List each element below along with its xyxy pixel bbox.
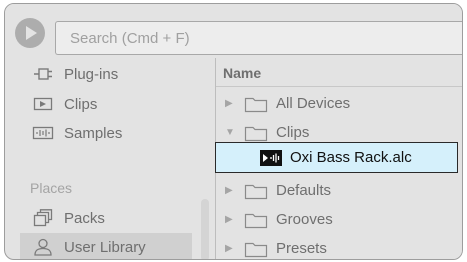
expand-arrow-icon[interactable]: ▶ [225, 214, 239, 225]
folder-icon [244, 182, 268, 200]
selected-file-label: Oxi Bass Rack.alc [290, 149, 412, 166]
browser-toolbar: Search (Cmd + F) [5, 4, 462, 56]
folder-label: Clips [276, 124, 310, 141]
preview-play-button[interactable] [15, 18, 45, 48]
sidebar-item-clips[interactable]: Clips [20, 90, 192, 118]
folder-label: Defaults [276, 182, 332, 199]
folder-label: Presets [276, 240, 327, 257]
sidebar-item-user-library[interactable]: User Library [20, 233, 192, 259]
clip-icon [32, 96, 54, 112]
sample-icon [32, 125, 54, 141]
selected-file-row[interactable]: Oxi Bass Rack.alc [215, 142, 458, 173]
sidebar-item-label: Packs [64, 209, 105, 227]
user-icon [32, 238, 54, 256]
column-header-label: Name [223, 65, 262, 81]
plug-in-icon [32, 66, 54, 82]
folder-icon [244, 95, 268, 113]
sidebar-item-plug-ins[interactable]: Plug-ins [20, 60, 192, 88]
search-field[interactable]: Search (Cmd + F) [55, 21, 462, 55]
clip-file-icon [260, 149, 282, 166]
expand-arrow-icon[interactable]: ▶ [225, 185, 239, 196]
folder-label: Grooves [276, 211, 333, 228]
search-input[interactable]: Search (Cmd + F) [70, 30, 190, 47]
sidebar-item-label: Clips [64, 95, 98, 113]
packs-icon [32, 209, 54, 227]
sidebar-item-label: Samples [64, 124, 123, 142]
folder-icon [244, 124, 268, 142]
expand-arrow-icon[interactable]: ▶ [225, 98, 239, 109]
folder-row-all-devices[interactable]: ▶ All Devices [216, 89, 462, 118]
sidebar-item-label: User Library [64, 238, 146, 256]
name-column-header[interactable]: Name [216, 58, 462, 87]
folder-label: All Devices [276, 95, 351, 112]
browser-sidebar: Plug-ins Clips Samples Places Packs User… [20, 58, 209, 259]
folder-row-grooves[interactable]: ▶ Grooves [216, 205, 462, 234]
expand-arrow-icon[interactable]: ▶ [225, 243, 239, 254]
places-heading: Places [30, 180, 73, 196]
folder-row-defaults[interactable]: ▶ Defaults [216, 176, 462, 205]
collapse-arrow-icon[interactable]: ▼ [225, 127, 239, 138]
folder-icon [244, 211, 268, 229]
folder-icon [244, 240, 268, 258]
sidebar-item-label: Plug-ins [64, 65, 119, 83]
browser-window: Search (Cmd + F) Plug-ins Clips Samples … [4, 3, 463, 260]
sidebar-item-samples[interactable]: Samples [20, 119, 192, 147]
sidebar-scrollbar[interactable] [201, 199, 209, 259]
folder-row-presets[interactable]: ▶ Presets [216, 234, 462, 259]
sidebar-item-packs[interactable]: Packs [20, 204, 192, 232]
